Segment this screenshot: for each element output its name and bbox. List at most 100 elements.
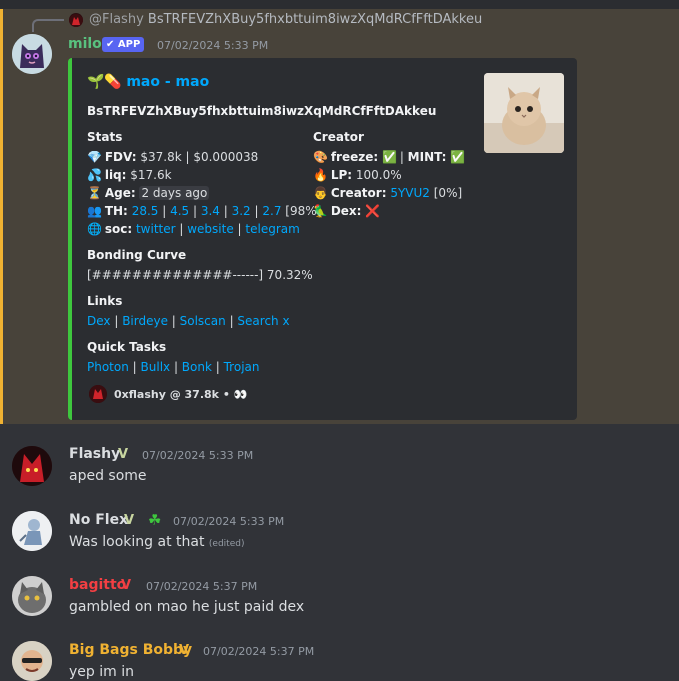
bullx-link[interactable]: Bullx xyxy=(141,360,171,374)
droplets-icon: 💦 xyxy=(87,168,102,182)
links-row: Dex | Birdeye | Solscan | Search x xyxy=(87,314,290,328)
message-content: Was looking at that xyxy=(69,534,205,550)
username[interactable]: No Flex xyxy=(69,512,128,528)
verified-badge-icon[interactable]: V xyxy=(121,578,131,593)
freeze-label: freeze: xyxy=(330,150,379,164)
creator-row: 👨 Creator: 5YVU2 [0%] xyxy=(313,186,462,200)
bonk-link[interactable]: Bonk xyxy=(182,360,212,374)
liq-value: $17.6k xyxy=(130,168,172,182)
freeze-row: 🎨 freeze: ✅ | MINT: ✅ xyxy=(313,150,466,164)
reply-preview[interactable]: @Flashy BsTRFEVZhXBuy5fhxbttuim8iwzXqMdR… xyxy=(89,12,482,27)
telegram-link[interactable]: telegram xyxy=(245,222,299,236)
th-holder-link[interactable]: 2.7 xyxy=(262,204,281,218)
quick-tasks-header: Quick Tasks xyxy=(87,340,167,354)
fdv-label: FDV: xyxy=(104,150,137,164)
kitten-thumbnail[interactable] xyxy=(484,73,564,153)
th-holder-link[interactable]: 4.5 xyxy=(170,204,189,218)
username[interactable]: milo xyxy=(68,36,102,52)
message-text: gambled on mao he just paid dex xyxy=(69,599,305,615)
th-holder-link[interactable]: 3.4 xyxy=(201,204,220,218)
edited-label: (edited) xyxy=(208,539,245,549)
fire-icon: 🔥 xyxy=(313,168,328,182)
th-row: 👥 TH: 28.5 | 4.5 | 3.4 | 3.2 | 2.7 [98%] xyxy=(87,204,322,218)
creator-pct: [0%] xyxy=(433,186,463,200)
avatar[interactable] xyxy=(12,511,52,551)
footer-avatar xyxy=(89,385,107,403)
embed-title[interactable]: 🌱💊 mao - mao xyxy=(87,74,209,90)
creator-link[interactable]: 5YVU2 xyxy=(390,186,430,200)
th-holder-link[interactable]: 28.5 xyxy=(132,204,159,218)
title-emoji: 🌱💊 xyxy=(87,74,122,90)
twitter-link[interactable]: twitter xyxy=(136,222,176,236)
verified-badge-icon[interactable]: V xyxy=(124,513,134,528)
website-link[interactable]: website xyxy=(187,222,234,236)
liq-label: liq: xyxy=(104,168,127,182)
mention-highlight-bar xyxy=(0,9,3,424)
birdeye-link[interactable]: Birdeye xyxy=(122,314,168,328)
creator-label: Creator: xyxy=(330,186,387,200)
timestamp[interactable]: 07/02/2024 5:33 PM xyxy=(157,39,268,52)
fdv-value: $37.8k | $0.000038 xyxy=(140,150,259,164)
check-mark-icon: ✅ xyxy=(382,150,397,164)
palette-icon: 🎨 xyxy=(313,150,328,164)
app-badge-label: APP xyxy=(117,39,141,50)
embed-footer: 0xflashy @ 37.8k • 👀 xyxy=(114,388,248,401)
timestamp[interactable]: 07/02/2024 5:37 PM xyxy=(203,645,314,658)
verified-badge-icon[interactable]: V xyxy=(118,447,128,462)
message-text: aped some xyxy=(69,468,147,484)
verified-badge-icon[interactable]: V xyxy=(179,643,189,658)
creator-header: Creator xyxy=(313,130,364,144)
embed-title-link[interactable]: mao - mao xyxy=(126,74,209,90)
mint-label: MINT: xyxy=(407,150,447,164)
stats-header: Stats xyxy=(87,130,123,144)
avatar[interactable] xyxy=(12,34,52,74)
dex-row: 🦜 Dex: ❌ xyxy=(313,204,381,218)
globe-icon: 🌐 xyxy=(87,222,102,236)
top-strip xyxy=(0,0,679,9)
parrot-icon: 🦜 xyxy=(313,204,328,218)
avatar[interactable] xyxy=(12,641,52,681)
dex-link[interactable]: Dex xyxy=(87,314,111,328)
th-holder-link[interactable]: 3.2 xyxy=(232,204,251,218)
hourglass-icon: ⏳ xyxy=(87,186,102,200)
check-icon: ✔ xyxy=(106,39,115,50)
lp-row: 🔥 LP: 100.0% xyxy=(313,168,402,182)
username[interactable]: Flashy xyxy=(69,446,120,462)
lp-label: LP: xyxy=(330,168,353,182)
check-mark-icon: ✅ xyxy=(450,150,466,164)
quick-tasks-row: Photon | Bullx | Bonk | Trojan xyxy=(87,360,260,374)
search-x-link[interactable]: Search x xyxy=(237,314,289,328)
links-header: Links xyxy=(87,294,123,308)
trojan-link[interactable]: Trojan xyxy=(224,360,260,374)
age-value[interactable]: 2 days ago xyxy=(139,186,210,200)
avatar[interactable] xyxy=(12,446,52,486)
soc-row: 🌐 soc: twitter | website | telegram xyxy=(87,222,300,236)
timestamp[interactable]: 07/02/2024 5:37 PM xyxy=(146,580,257,593)
cross-mark-icon: ❌ xyxy=(365,204,381,218)
soc-label: soc: xyxy=(104,222,133,236)
liq-row: 💦 liq: $17.6k xyxy=(87,168,172,182)
diamond-icon: 💎 xyxy=(87,150,102,164)
lp-value: 100.0% xyxy=(355,168,402,182)
dex-label: Dex: xyxy=(330,204,362,218)
reply-connector xyxy=(32,19,64,32)
message-text: yep im in xyxy=(69,664,134,680)
bonding-curve: [##############------] 70.32% xyxy=(87,268,313,282)
timestamp[interactable]: 07/02/2024 5:33 PM xyxy=(142,449,253,462)
token-address: BsTRFEVZhXBuy5fhxbttuim8iwzXqMdRCfFftDAk… xyxy=(87,104,437,118)
th-label: TH: xyxy=(104,204,128,218)
token-embed: 🌱💊 mao - mao BsTRFEVZhXBuy5fhxbttuim8iwz… xyxy=(68,58,577,420)
timestamp[interactable]: 07/02/2024 5:33 PM xyxy=(173,515,284,528)
reply-username[interactable]: @Flashy xyxy=(89,12,144,27)
reply-content: BsTRFEVZhXBuy5fhxbttuim8iwzXqMdRCfFftDAk… xyxy=(147,12,483,27)
fdv-row: 💎 FDV: $37.8k | $0.000038 xyxy=(87,150,258,164)
photon-link[interactable]: Photon xyxy=(87,360,129,374)
username[interactable]: Big Bags Bobby xyxy=(69,642,192,658)
message-text: Was looking at that (edited) xyxy=(69,534,244,550)
bonding-header: Bonding Curve xyxy=(87,248,187,262)
solscan-link[interactable]: Solscan xyxy=(180,314,226,328)
username[interactable]: bagitto xyxy=(69,577,126,593)
reply-avatar[interactable] xyxy=(69,13,83,27)
avatar[interactable] xyxy=(12,576,52,616)
clover-icon[interactable]: ☘ xyxy=(148,511,161,529)
